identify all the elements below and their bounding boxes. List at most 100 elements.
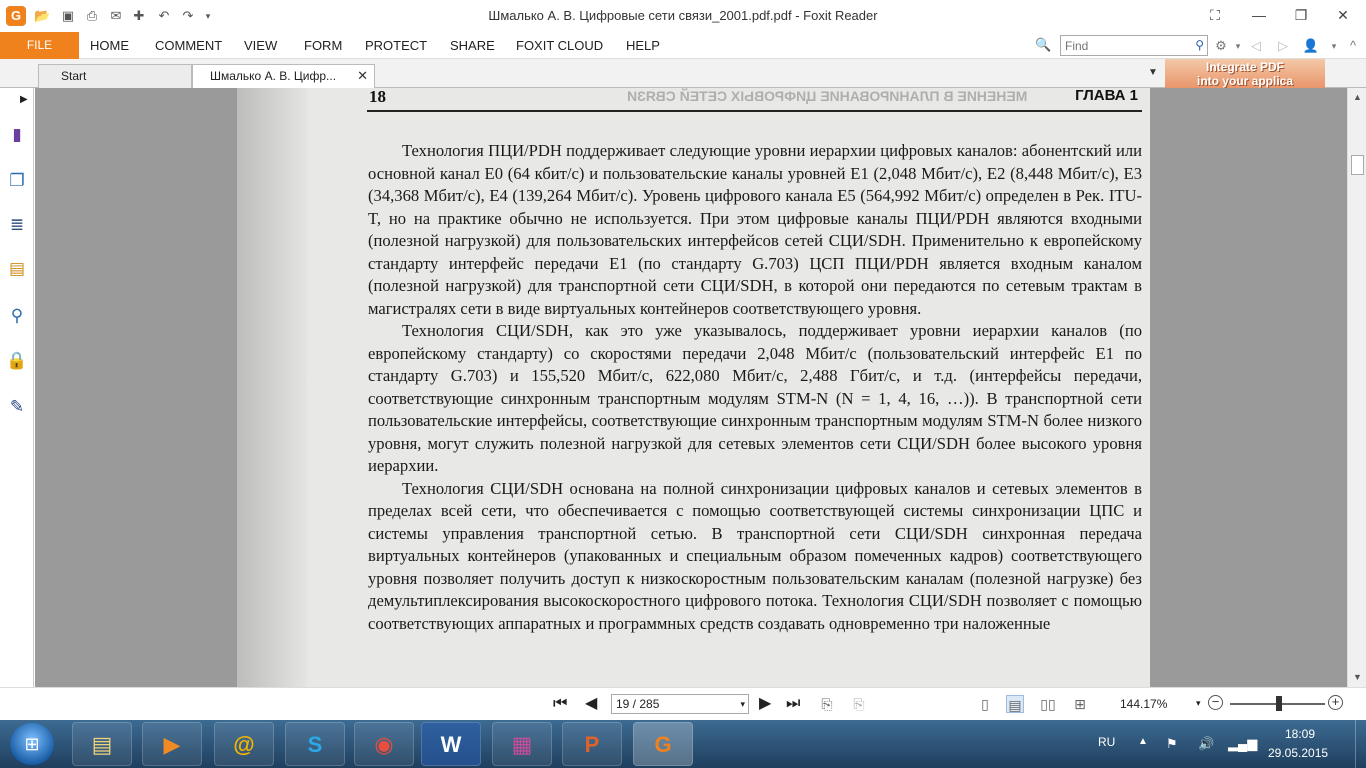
tab-foxit-cloud[interactable]: FOXIT CLOUD — [516, 32, 603, 59]
file-explorer-icon: ▤ — [91, 732, 113, 757]
paragraph-3: Технология СЦИ/SDH основана на полной си… — [368, 478, 1142, 633]
show-hidden-icons-icon[interactable]: ▲ — [1138, 736, 1148, 747]
scroll-up-arrow-icon[interactable]: ▲ — [1353, 92, 1362, 102]
mail-agent-icon: @ — [233, 732, 255, 757]
chapter-heading: ГЛАВА 1 — [1075, 88, 1138, 104]
security-lock-icon[interactable]: 🔒 — [6, 350, 28, 372]
find-field[interactable]: ⚲ — [1060, 35, 1208, 56]
file-explorer-button[interactable]: ▤ — [72, 722, 132, 766]
close-tab-icon[interactable]: ✕ — [357, 65, 368, 87]
scroll-down-arrow-icon[interactable]: ▼ — [1353, 672, 1362, 682]
page-number-field[interactable]: 19 / 285 ▾ — [611, 694, 749, 714]
collapse-ribbon-icon[interactable]: ^ — [1344, 37, 1362, 55]
word-button[interactable]: W — [421, 722, 481, 766]
chrome-icon: ◉ — [374, 732, 394, 757]
facing-pages-icon[interactable]: ▯▯ — [1039, 695, 1057, 713]
zoom-dropdown-icon[interactable]: ▾ — [1196, 698, 1201, 709]
tab-start[interactable]: Start — [38, 64, 192, 88]
header-rule — [367, 110, 1142, 112]
signature-icon[interactable]: ✎ — [6, 396, 28, 418]
title-bar: G 📂 ▣ ⎙ ✉ ✚ ↶ ↷ ▾ Шмалько А. В. Цифровые… — [0, 0, 1366, 32]
bleed-through-text: МЕНЕНИЕ В ПЛАНИРОВАНИЕ ЦИФРОВЫХ СЕТЕЙ СВ… — [627, 88, 1028, 104]
chrome-button[interactable]: ◉ — [354, 722, 414, 766]
file-tab[interactable]: FILE — [0, 32, 79, 59]
fullscreen-icon[interactable]: ⛶ — [1200, 4, 1230, 26]
clock-time[interactable]: 18:09 — [1285, 727, 1315, 741]
tab-list-chevron-icon[interactable]: ▼ — [1148, 67, 1158, 78]
media-player-icon: ▶ — [163, 732, 181, 757]
mail-agent-button[interactable]: @ — [214, 722, 274, 766]
clock-date[interactable]: 29.05.2015 — [1268, 746, 1328, 760]
tab-form[interactable]: FORM — [304, 32, 342, 59]
continuous-facing-icon[interactable]: ⊞ — [1071, 695, 1089, 713]
restore-button[interactable]: ❐ — [1286, 4, 1316, 26]
user-avatar-icon[interactable]: 👤 — [1302, 37, 1320, 55]
powerpoint-icon: P — [584, 732, 600, 757]
page-dropdown-icon[interactable]: ▾ — [740, 695, 745, 713]
pages-icon[interactable]: ❐ — [6, 170, 28, 192]
zoom-in-button[interactable]: + — [1328, 695, 1343, 710]
show-desktop-button[interactable] — [1355, 720, 1366, 768]
chevron-down-icon[interactable]: ▾ — [1229, 37, 1247, 55]
winrar-button[interactable]: ▦ — [492, 722, 552, 766]
attachments-icon[interactable]: ⚲ — [6, 305, 28, 327]
language-indicator[interactable]: RU — [1098, 735, 1115, 749]
powerpoint-button[interactable]: P — [562, 722, 622, 766]
skype-button[interactable]: S — [285, 722, 345, 766]
layers-icon[interactable]: ≣ — [6, 214, 28, 236]
document-viewport[interactable]: МЕНЕНИЕ В ПЛАНИРОВАНИЕ ЦИФРОВЫХ СЕТЕЙ СВ… — [35, 88, 1347, 687]
expand-panel-icon[interactable]: ▶ — [20, 94, 28, 105]
foxit-reader-button[interactable]: G — [633, 722, 693, 766]
pdf-page[interactable]: МЕНЕНИЕ В ПЛАНИРОВАНИЕ ЦИФРОВЫХ СЕТЕЙ СВ… — [237, 88, 1150, 687]
tab-document-label: Шмалько А. В. Цифр... — [210, 69, 337, 83]
tab-help[interactable]: HELP — [626, 32, 660, 59]
window-title: Шмалько А. В. Цифровые сети связи_2001.p… — [488, 8, 878, 23]
vertical-scrollbar[interactable]: ▲ ▼ — [1347, 88, 1366, 687]
bookmarks-icon[interactable]: ▮ — [6, 124, 28, 146]
last-page-icon[interactable]: ⏭ — [786, 695, 800, 713]
windows-taskbar: ⊞ ▤ ▶ @ S ◉ W ▦ P G RU ▲ ⚑ 🔊 ▂▄▆ 18:09 2… — [0, 720, 1366, 768]
tab-document[interactable]: Шмалько А. В. Цифр... ✕ — [192, 64, 375, 89]
scan-edge-shadow — [237, 88, 307, 687]
signal-bars-icon[interactable]: ▂▄▆ — [1228, 736, 1257, 752]
first-page-icon[interactable]: ⏮ — [553, 695, 567, 713]
find-input[interactable] — [1061, 36, 1186, 55]
navigation-sidebar: ▶ ▮ ❐ ≣ ▤ ⚲ 🔒 ✎ — [0, 88, 40, 687]
back-arrow-icon[interactable]: ◁ — [1247, 37, 1265, 55]
forward-arrow-icon[interactable]: ▷ — [1274, 37, 1292, 55]
foxit-pdf-icon: G — [654, 732, 672, 757]
network-flag-icon[interactable]: ⚑ — [1166, 736, 1178, 752]
paragraph-2: Технология СЦИ/SDH, как это уже указывал… — [368, 321, 1142, 475]
find-folder-icon[interactable]: 🔍 — [1035, 37, 1053, 53]
settings-gear-icon[interactable]: ⚙ — [1212, 37, 1230, 55]
tab-home[interactable]: HOME — [90, 32, 129, 59]
single-page-icon[interactable]: ▯ — [976, 695, 994, 713]
next-view-icon[interactable]: ⎘ — [850, 695, 868, 713]
next-page-icon[interactable]: ▶ — [759, 695, 771, 713]
tab-protect[interactable]: PROTECT — [365, 32, 427, 59]
word-icon: W — [440, 732, 462, 757]
previous-view-icon[interactable]: ⎘ — [818, 695, 836, 713]
paragraph-1: Технология ПЦИ/PDH поддерживает следующи… — [368, 141, 1142, 318]
previous-page-icon[interactable]: ◀ — [585, 695, 597, 713]
close-window-button[interactable]: ✕ — [1328, 4, 1358, 26]
media-player-button[interactable]: ▶ — [142, 722, 202, 766]
zoom-level[interactable]: 144.17% — [1120, 697, 1167, 711]
comments-icon[interactable]: ▤ — [6, 258, 28, 280]
page-body: Технология ПЦИ/PDH поддерживает следующи… — [368, 140, 1142, 635]
zoom-out-button[interactable]: − — [1208, 695, 1223, 710]
tab-comment[interactable]: COMMENT — [155, 32, 222, 59]
user-chevron-down-icon[interactable]: ▾ — [1325, 37, 1343, 55]
continuous-page-icon[interactable]: ▤ — [1006, 695, 1024, 713]
ad-line-2: into your applica — [1196, 74, 1293, 88]
search-icon[interactable]: ⚲ — [1195, 38, 1204, 52]
ad-banner[interactable]: Integrate PDF into your applica — [1165, 59, 1325, 88]
start-button[interactable]: ⊞ — [10, 723, 54, 765]
tab-share[interactable]: SHARE — [450, 32, 495, 59]
ad-line-1: Integrate PDF — [1205, 60, 1284, 74]
volume-icon[interactable]: 🔊 — [1198, 736, 1214, 752]
tab-view[interactable]: VIEW — [244, 32, 277, 59]
zoom-slider-thumb[interactable] — [1276, 696, 1282, 711]
scroll-thumb[interactable] — [1351, 155, 1364, 175]
minimize-button[interactable]: — — [1244, 4, 1274, 26]
